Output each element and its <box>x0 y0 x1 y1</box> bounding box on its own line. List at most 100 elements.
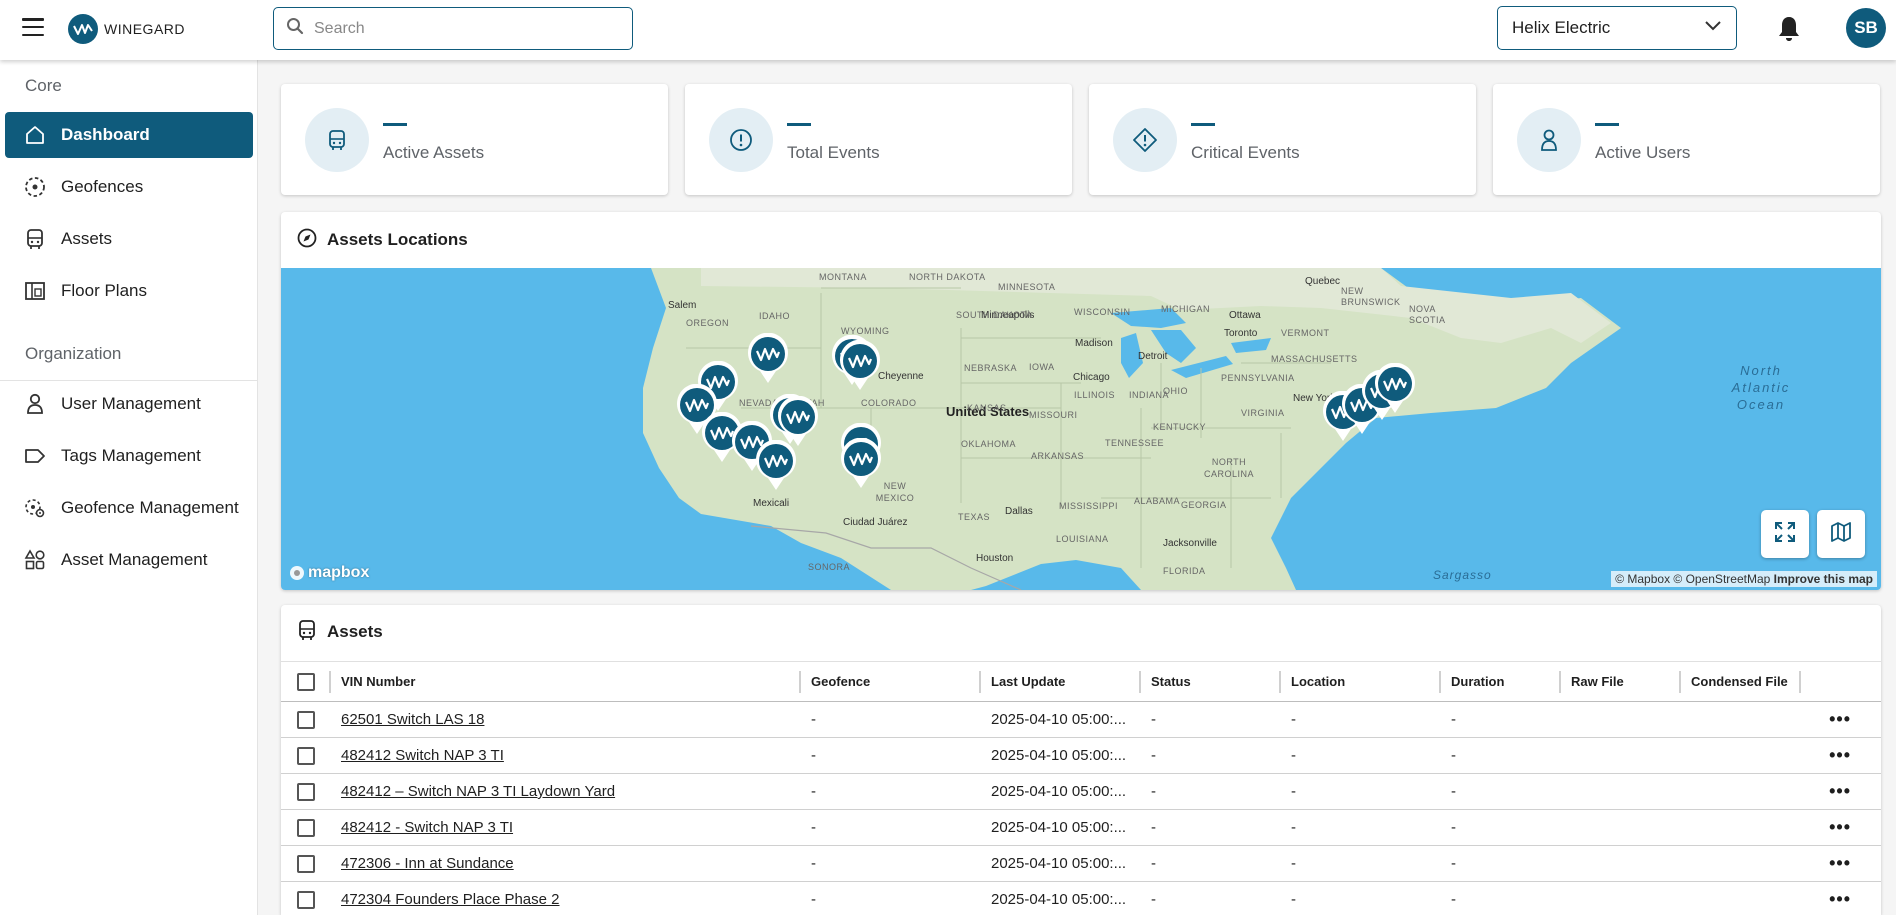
row-checkbox[interactable] <box>297 746 315 765</box>
row-actions-cell: ••• <box>1801 773 1881 810</box>
asset-pin-icon[interactable] <box>838 339 882 392</box>
organization-select[interactable]: Helix Electric <box>1497 6 1737 50</box>
more-options-icon[interactable]: ••• <box>1829 709 1851 729</box>
vin-link[interactable]: 62501 Switch LAS 18 <box>341 711 484 728</box>
map-state-label: KANSAS <box>967 403 1007 413</box>
table-row[interactable]: 472306 - Inn at Sundance -2025-04-10 05:0… <box>281 845 1881 882</box>
column-header-raw-file[interactable]: Raw File <box>1561 661 1681 702</box>
table-row[interactable]: 62501 Switch LAS 18-2025-04-10 05:00:...… <box>281 701 1881 738</box>
home-icon <box>22 123 48 147</box>
select-all-checkbox[interactable] <box>297 672 315 691</box>
status-cell: - <box>1141 737 1281 774</box>
map-state-label: IDAHO <box>759 311 791 321</box>
stat-label: Critical Events <box>1191 143 1300 162</box>
table-row[interactable]: 472304 Founders Place Phase 2-2025-04-10… <box>281 881 1881 915</box>
sidebar-item-asset-management[interactable]: Asset Management <box>5 537 253 583</box>
geofence-cell: - <box>801 773 981 810</box>
map-state-label: MASSACHUSETTS <box>1271 354 1358 364</box>
bell-icon[interactable] <box>1776 14 1802 42</box>
asset-pin-icon[interactable] <box>839 437 883 490</box>
row-checkbox-cell <box>281 809 331 846</box>
map-state-label: VIRGINIA <box>1241 408 1285 418</box>
column-header-last-update[interactable]: Last Update <box>981 661 1141 702</box>
user-avatar[interactable]: SB <box>1846 8 1886 48</box>
panel-header: Assets Locations <box>297 228 468 252</box>
row-actions-cell: ••• <box>1801 701 1881 738</box>
map-city-label: Dallas <box>1005 506 1033 517</box>
row-checkbox[interactable] <box>297 854 315 873</box>
column-header-duration[interactable]: Duration <box>1441 661 1561 702</box>
raw-file-cell <box>1561 809 1681 846</box>
more-options-icon[interactable]: ••• <box>1829 889 1851 909</box>
row-checkbox[interactable] <box>297 890 315 909</box>
map-state-label: VERMONT <box>1281 328 1330 338</box>
map-style-button[interactable] <box>1817 510 1865 558</box>
last-update-cell: 2025-04-10 05:00:... <box>981 773 1141 810</box>
column-header-geofence[interactable]: Geofence <box>801 661 981 702</box>
fullscreen-button[interactable] <box>1761 510 1809 558</box>
map-attribution: © Mapbox © OpenStreetMap Improve this ma… <box>1611 571 1877 587</box>
asset-pin-icon[interactable] <box>746 332 790 385</box>
geofence-cell: - <box>801 881 981 915</box>
column-header-vin[interactable]: VIN Number <box>331 661 801 702</box>
map-state-label: IOWA <box>1029 362 1055 372</box>
vin-link[interactable]: 472304 Founders Place Phase 2 <box>341 891 560 908</box>
stat-card-active-assets: — Active Assets <box>281 84 668 195</box>
duration-cell: - <box>1441 737 1561 774</box>
status-cell: - <box>1141 809 1281 846</box>
row-checkbox-cell <box>281 773 331 810</box>
map-city-label: Ciudad Juárez <box>843 517 908 528</box>
map-state-label: COLORADO <box>861 398 917 408</box>
sidebar-item-floor-plans[interactable]: Floor Plans <box>5 268 253 314</box>
more-options-icon[interactable]: ••• <box>1829 781 1851 801</box>
row-checkbox[interactable] <box>297 782 315 801</box>
asset-pin-icon[interactable] <box>754 439 798 492</box>
attribution-text: © Mapbox © OpenStreetMap <box>1615 572 1771 586</box>
column-header-condensed-file[interactable]: Condensed File <box>1681 661 1801 702</box>
vin-link[interactable]: 472306 - Inn at Sundance <box>341 855 514 872</box>
map-city-label: Detroit <box>1138 351 1168 362</box>
column-header-location[interactable]: Location <box>1281 661 1441 702</box>
sidebar-item-geofence-management[interactable]: Geofence Management <box>5 485 253 531</box>
asset-pin-icon[interactable] <box>1373 362 1417 415</box>
raw-file-cell <box>1561 881 1681 915</box>
geofence-cell: - <box>801 845 981 882</box>
menu-icon[interactable] <box>22 18 44 36</box>
map-state-label: ALABAMA <box>1134 496 1181 506</box>
alert-circle-icon <box>709 108 773 172</box>
improve-map-link[interactable]: Improve this map <box>1774 572 1873 586</box>
search-input[interactable] <box>314 19 614 38</box>
vin-link[interactable]: 482412 - Switch NAP 3 TI <box>341 819 513 836</box>
map-state-label: PENNSYLVANIA <box>1221 373 1295 383</box>
condensed-file-cell <box>1681 773 1801 810</box>
sidebar-item-user-management[interactable]: User Management <box>5 381 253 427</box>
more-options-icon[interactable]: ••• <box>1829 853 1851 873</box>
sidebar-item-dashboard[interactable]: Dashboard <box>5 112 253 158</box>
row-checkbox[interactable] <box>297 710 315 729</box>
table-row[interactable]: 482412 Switch NAP 3 TI -2025-04-10 05:00:… <box>281 737 1881 774</box>
table-row[interactable]: 482412 - Switch NAP 3 TI -2025-04-10 05:0… <box>281 809 1881 846</box>
location-cell: - <box>1281 881 1441 915</box>
sidebar-item-tags-management[interactable]: Tags Management <box>5 433 253 479</box>
stat-label: Total Events <box>787 143 880 162</box>
row-checkbox[interactable] <box>297 818 315 837</box>
brand-logo[interactable]: WINEGARD <box>68 14 185 44</box>
vin-link[interactable]: 482412 Switch NAP 3 TI <box>341 747 504 764</box>
table-row[interactable]: 482412 – Switch NAP 3 TI Laydown Yard -20… <box>281 773 1881 810</box>
vin-cell: 482412 – Switch NAP 3 TI Laydown Yard <box>331 773 801 810</box>
sidebar-item-assets[interactable]: Assets <box>5 216 253 262</box>
sidebar-item-label: Tags Management <box>61 446 201 465</box>
vin-link[interactable]: 482412 – Switch NAP 3 TI Laydown Yard <box>341 783 615 800</box>
stat-card-critical-events: — Critical Events <box>1089 84 1476 195</box>
search-field[interactable] <box>273 7 633 50</box>
map-state-label: SOUTH DAKOTA <box>956 310 1033 320</box>
map-state-label: TENNESSEE <box>1105 438 1165 448</box>
map-state-label: MINNESOTA <box>998 282 1056 292</box>
map-state-label: FLORIDA <box>1163 566 1206 576</box>
assets-map[interactable]: Salem Minneapolis Cheyenne Madison Chica… <box>281 268 1881 590</box>
duration-cell: - <box>1441 881 1561 915</box>
more-options-icon[interactable]: ••• <box>1829 817 1851 837</box>
more-options-icon[interactable]: ••• <box>1829 745 1851 765</box>
column-header-status[interactable]: Status <box>1141 661 1281 702</box>
sidebar-item-geofences[interactable]: Geofences <box>5 164 253 210</box>
